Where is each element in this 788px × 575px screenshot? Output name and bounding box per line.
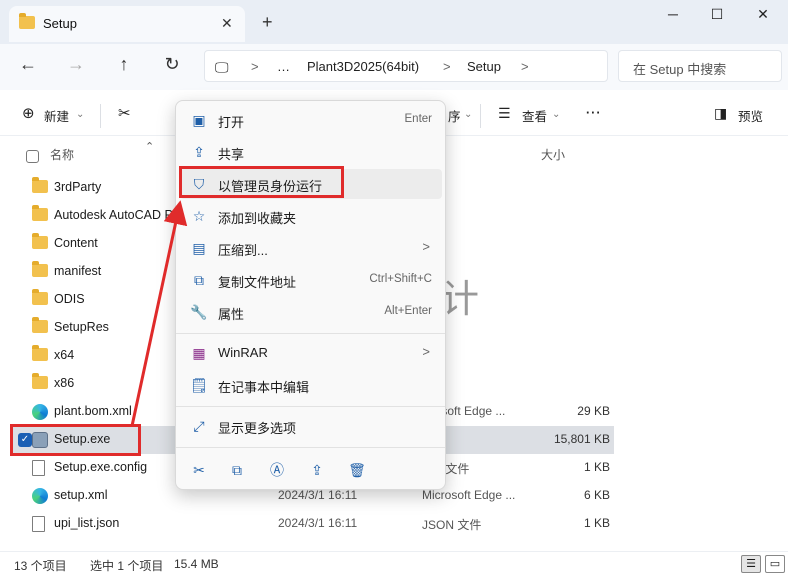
annotation-arrow	[130, 200, 188, 427]
